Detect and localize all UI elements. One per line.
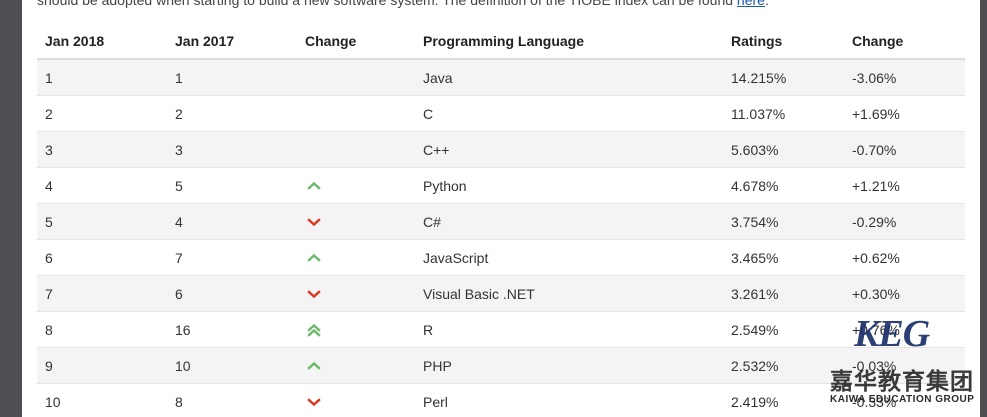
language-cell: Perl [415, 383, 723, 417]
rating-cell: 3.465% [723, 239, 844, 276]
rating-change-cell: -0.33% [844, 383, 965, 417]
rank-2018-cell: 6 [37, 239, 167, 276]
rating-cell: 3.261% [723, 275, 844, 312]
rank-2017-cell: 6 [167, 275, 297, 312]
header-rating-change: Change [844, 23, 965, 60]
rating-change-cell: -0.03% [844, 347, 965, 384]
rank-2017-cell: 8 [167, 383, 297, 417]
rank-2017-cell: 1 [167, 58, 297, 96]
chevron-up-icon [307, 181, 321, 190]
table-row: 10 8 Perl 2.419% -0.33% [37, 383, 965, 417]
rating-cell: 3.754% [723, 203, 844, 240]
rank-2018-cell: 10 [37, 383, 167, 417]
chevron-down-icon [307, 289, 321, 298]
rank-2018-cell: 3 [37, 131, 167, 168]
trend-cell [297, 347, 415, 384]
rating-change-cell: -0.70% [844, 131, 965, 168]
trend-cell [297, 311, 415, 348]
double-chevron-up-icon [307, 323, 321, 337]
rating-cell: 2.549% [723, 311, 844, 348]
rank-2018-cell: 7 [37, 275, 167, 312]
table-row: 4 5 Python 4.678% +1.21% [37, 167, 965, 204]
trend-cell [297, 239, 415, 276]
header-programming-language: Programming Language [415, 23, 723, 60]
table-header-row: Jan 2018 Jan 2017 Change Programming Lan… [37, 23, 965, 60]
rank-2017-cell: 5 [167, 167, 297, 204]
table-row: 3 3 C++ 5.603% -0.70% [37, 131, 965, 168]
tiobe-index-table: Jan 2018 Jan 2017 Change Programming Lan… [37, 23, 965, 417]
table-row: 5 4 C# 3.754% -0.29% [37, 203, 965, 240]
intro-end: . [764, 0, 769, 8]
rank-2018-cell: 1 [37, 58, 167, 96]
rank-2017-cell: 4 [167, 203, 297, 240]
header-change: Change [297, 23, 415, 60]
trend-cell [297, 131, 415, 168]
rating-change-cell: +1.69% [844, 95, 965, 132]
table-row: 6 7 JavaScript 3.465% +0.62% [37, 239, 965, 276]
rating-cell: 2.419% [723, 383, 844, 417]
header-jan-2018: Jan 2018 [37, 23, 167, 60]
rank-2018-cell: 9 [37, 347, 167, 384]
rating-cell: 11.037% [723, 95, 844, 132]
language-cell: Visual Basic .NET [415, 275, 723, 312]
definition-link[interactable]: here [737, 0, 765, 8]
language-cell: C++ [415, 131, 723, 168]
chevron-down-icon [307, 217, 321, 226]
chevron-up-icon [307, 253, 321, 262]
trend-cell [297, 203, 415, 240]
rating-change-cell: -0.29% [844, 203, 965, 240]
language-cell: Python [415, 167, 723, 204]
rank-2017-cell: 7 [167, 239, 297, 276]
trend-cell [297, 383, 415, 417]
language-cell: Java [415, 58, 723, 96]
rank-2018-cell: 2 [37, 95, 167, 132]
rating-cell: 5.603% [723, 131, 844, 168]
rank-2018-cell: 4 [37, 167, 167, 204]
trend-cell [297, 95, 415, 132]
language-cell: JavaScript [415, 239, 723, 276]
rank-2017-cell: 10 [167, 347, 297, 384]
rank-2018-cell: 8 [37, 311, 167, 348]
chevron-up-icon [307, 361, 321, 370]
language-cell: C [415, 95, 723, 132]
trend-cell [297, 167, 415, 204]
table-row: 2 2 C 11.037% +1.69% [37, 95, 965, 132]
intro-paragraph: should be adopted when starting to build… [37, 0, 967, 9]
rating-change-cell: +1.21% [844, 167, 965, 204]
table-row: 7 6 Visual Basic .NET 3.261% +0.30% [37, 275, 965, 312]
rating-cell: 14.215% [723, 58, 844, 96]
header-ratings: Ratings [723, 23, 844, 60]
language-cell: C# [415, 203, 723, 240]
rating-cell: 2.532% [723, 347, 844, 384]
rating-change-cell: +0.30% [844, 275, 965, 312]
rank-2017-cell: 2 [167, 95, 297, 132]
rating-change-cell: +0.62% [844, 239, 965, 276]
rating-change-cell: -3.06% [844, 58, 965, 96]
trend-cell [297, 58, 415, 96]
chevron-down-icon [307, 397, 321, 406]
language-cell: R [415, 311, 723, 348]
table-row: 1 1 Java 14.215% -3.06% [37, 58, 965, 96]
rating-cell: 4.678% [723, 167, 844, 204]
rating-change-cell: +0.76% [844, 311, 965, 348]
trend-cell [297, 275, 415, 312]
content-panel: should be adopted when starting to build… [22, 0, 980, 417]
table-row: 9 10 PHP 2.532% -0.03% [37, 347, 965, 384]
rank-2017-cell: 16 [167, 311, 297, 348]
intro-text: should be adopted when starting to build… [37, 0, 737, 8]
rank-2018-cell: 5 [37, 203, 167, 240]
table-row: 8 16 R 2.549% +0.76% [37, 311, 965, 348]
rank-2017-cell: 3 [167, 131, 297, 168]
header-jan-2017: Jan 2017 [167, 23, 297, 60]
language-cell: PHP [415, 347, 723, 384]
